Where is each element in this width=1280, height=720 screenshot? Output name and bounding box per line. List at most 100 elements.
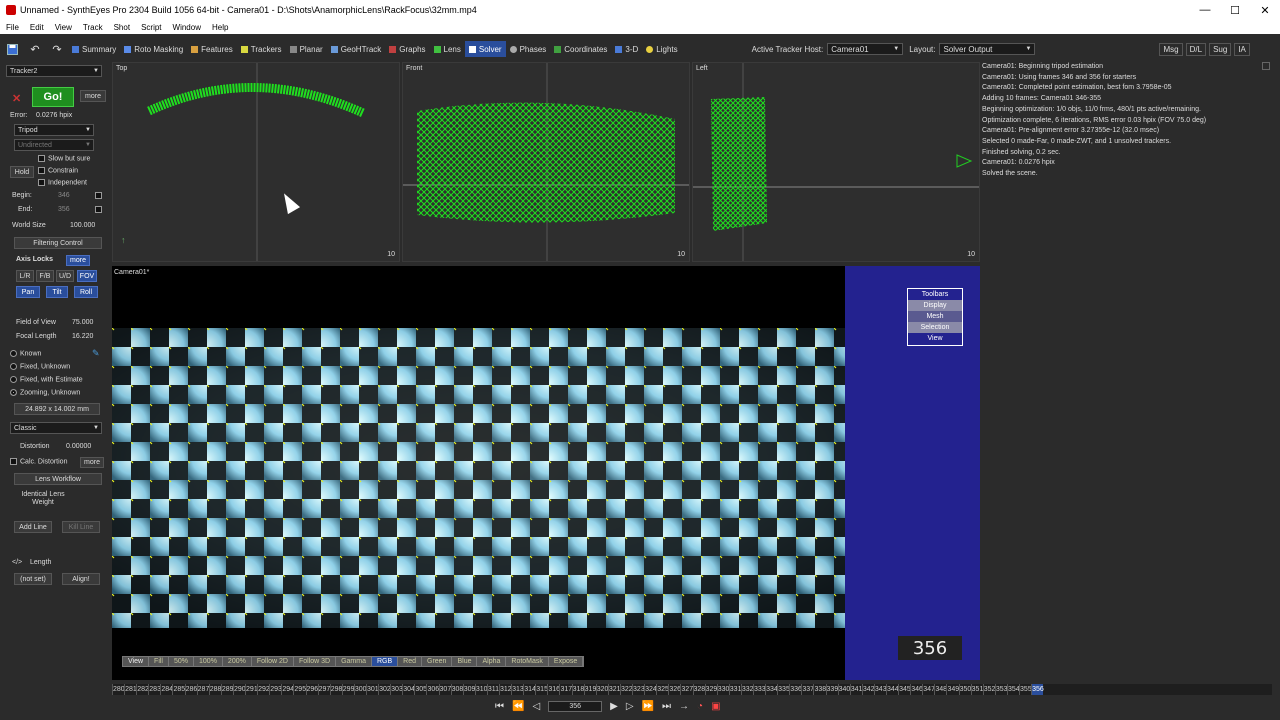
timeline-frame[interactable]: 337 bbox=[801, 684, 814, 695]
lens-known-radio[interactable]: Known bbox=[10, 350, 41, 357]
timeline-frame[interactable]: 327 bbox=[680, 684, 693, 695]
rotomask-button[interactable]: RotoMask bbox=[506, 657, 549, 666]
timeline-frame[interactable]: 319 bbox=[583, 684, 596, 695]
undo-icon[interactable]: ↶ bbox=[24, 41, 46, 57]
timeline-frame[interactable]: 346 bbox=[910, 684, 923, 695]
timeline-frame[interactable]: 329 bbox=[704, 684, 717, 695]
menu-track[interactable]: Track bbox=[83, 23, 103, 32]
menu-window[interactable]: Window bbox=[173, 23, 201, 32]
independent-checkbox[interactable]: Independent bbox=[38, 179, 87, 186]
camera-viewport[interactable]: Camera01* Toolbars Display Mesh Selectio… bbox=[112, 266, 980, 680]
timeline-frame[interactable]: 294 bbox=[281, 684, 294, 695]
timeline-frame[interactable]: 323 bbox=[632, 684, 645, 695]
timeline-frame[interactable]: 341 bbox=[849, 684, 862, 695]
sug-button[interactable]: Sug bbox=[1209, 42, 1232, 56]
scrollbar-handle[interactable] bbox=[1262, 62, 1270, 70]
follow-3d-button[interactable]: Follow 3D bbox=[294, 657, 337, 666]
timeline-frame[interactable]: 336 bbox=[789, 684, 802, 695]
cancel-icon[interactable]: ✕ bbox=[12, 92, 21, 105]
overlay-toolbars[interactable]: Toolbars bbox=[908, 289, 962, 300]
lock-lr-button[interactable]: L/R bbox=[16, 270, 34, 282]
add-line-button[interactable]: Add Line bbox=[14, 521, 52, 533]
timeline-frame[interactable]: 311 bbox=[486, 684, 499, 695]
direction-select[interactable]: Undirected ▼ bbox=[14, 139, 94, 151]
room-geohtrack[interactable]: GeoHTrack bbox=[327, 41, 386, 57]
edit-pencil-icon[interactable]: ✎ bbox=[92, 348, 100, 359]
not-set-button[interactable]: (not set) bbox=[14, 573, 52, 585]
msg-button[interactable]: Msg bbox=[1159, 42, 1183, 56]
timeline-frame[interactable]: 298 bbox=[329, 684, 342, 695]
constrain-checkbox[interactable]: Constrain bbox=[38, 167, 78, 174]
end-value[interactable]: 356 bbox=[58, 206, 70, 213]
timeline-frame[interactable]: 354 bbox=[1006, 684, 1020, 695]
zoom-50-button[interactable]: 50% bbox=[169, 657, 195, 666]
minimize-button[interactable]: — bbox=[1190, 0, 1220, 20]
timeline-frame[interactable]: 287 bbox=[196, 684, 209, 695]
close-button[interactable]: ✕ bbox=[1250, 0, 1280, 20]
dl-button[interactable]: D/L bbox=[1185, 42, 1207, 56]
timeline-frame[interactable]: 340 bbox=[837, 684, 850, 695]
green-button[interactable]: Green bbox=[422, 657, 453, 666]
jump-arrow-icon[interactable]: → bbox=[679, 701, 689, 712]
timeline-frame[interactable]: 335 bbox=[777, 684, 790, 695]
calc-more-button[interactable]: more bbox=[80, 457, 104, 468]
timeline-frame[interactable]: 309 bbox=[462, 684, 475, 695]
rgb-button[interactable]: RGB bbox=[371, 657, 399, 666]
timeline-frame[interactable]: 325 bbox=[656, 684, 669, 695]
menu-shot[interactable]: Shot bbox=[114, 23, 130, 32]
timeline-frame[interactable]: 328 bbox=[692, 684, 705, 695]
playback-speed-icon[interactable]: ◔ bbox=[697, 701, 703, 712]
timeline-frame[interactable]: 343 bbox=[873, 684, 887, 695]
timeline-frame[interactable]: 297 bbox=[317, 684, 330, 695]
zoom-200-button[interactable]: 200% bbox=[223, 657, 252, 666]
record-icon[interactable]: ▣ bbox=[711, 701, 720, 712]
timeline-frame[interactable]: 326 bbox=[668, 684, 681, 695]
timeline-frame[interactable]: 334 bbox=[765, 684, 778, 695]
timeline-frame[interactable]: 296 bbox=[305, 684, 318, 695]
timeline-frame[interactable]: 302 bbox=[378, 684, 391, 695]
code-icon[interactable]: </> bbox=[12, 559, 22, 566]
timeline-frame[interactable]: 280 bbox=[112, 684, 125, 695]
room-roto-masking[interactable]: Roto Masking bbox=[120, 41, 187, 57]
world-size-value[interactable]: 100.000 bbox=[70, 222, 95, 229]
timeline-frame[interactable]: 281 bbox=[124, 684, 137, 695]
timeline-frame[interactable]: 316 bbox=[547, 684, 560, 695]
timeline-frame[interactable]: 356 bbox=[1031, 684, 1044, 695]
view-button[interactable]: View bbox=[123, 657, 150, 666]
timeline-frame[interactable]: 313 bbox=[511, 684, 524, 695]
lens-model-select[interactable]: Classic ▼ bbox=[10, 422, 102, 434]
timeline-frame[interactable]: 331 bbox=[728, 684, 741, 695]
timeline-frame[interactable]: 290 bbox=[232, 684, 246, 695]
slow-but-sure-checkbox[interactable]: Slow but sure bbox=[38, 155, 90, 162]
room-phases[interactable]: Phases bbox=[506, 41, 551, 57]
timeline-frame[interactable]: 321 bbox=[607, 684, 621, 695]
timeline-frame[interactable]: 293 bbox=[269, 684, 282, 695]
red-button[interactable]: Red bbox=[398, 657, 422, 666]
end-checkbox[interactable] bbox=[95, 206, 105, 213]
timeline-frame[interactable]: 315 bbox=[535, 684, 548, 695]
timeline-frame[interactable]: 351 bbox=[970, 684, 983, 695]
axis-more-button[interactable]: more bbox=[66, 255, 90, 266]
timeline-frame[interactable]: 317 bbox=[559, 684, 572, 695]
lock-ud-button[interactable]: U/D bbox=[56, 270, 74, 282]
overlay-mesh[interactable]: Mesh bbox=[908, 311, 962, 322]
timeline-frame[interactable]: 347 bbox=[922, 684, 935, 695]
timeline-frame[interactable]: 291 bbox=[245, 684, 258, 695]
blue-button[interactable]: Blue bbox=[452, 657, 478, 666]
menu-script[interactable]: Script bbox=[141, 23, 161, 32]
timeline-frame[interactable]: 333 bbox=[752, 684, 766, 695]
lock-fb-button[interactable]: F/B bbox=[36, 270, 54, 282]
prev-key-icon[interactable]: ⏪ bbox=[512, 701, 524, 712]
begin-value[interactable]: 346 bbox=[58, 192, 70, 199]
lens-fixed-estimate-radio[interactable]: Fixed, with Estimate bbox=[10, 376, 83, 383]
filtering-control-button[interactable]: Filtering Control bbox=[14, 237, 102, 249]
begin-checkbox[interactable] bbox=[95, 192, 105, 199]
active-tracker-host-select[interactable]: Camera01 ▼ bbox=[827, 43, 904, 55]
expose-button[interactable]: Expose bbox=[549, 657, 584, 666]
lock-roll-button[interactable]: Roll bbox=[74, 286, 98, 298]
overlay-display[interactable]: Display bbox=[908, 300, 962, 311]
timeline-frame[interactable]: 301 bbox=[365, 684, 379, 695]
menu-edit[interactable]: Edit bbox=[30, 23, 44, 32]
follow-2d-button[interactable]: Follow 2D bbox=[252, 657, 294, 666]
timeline-frame[interactable]: 349 bbox=[946, 684, 959, 695]
